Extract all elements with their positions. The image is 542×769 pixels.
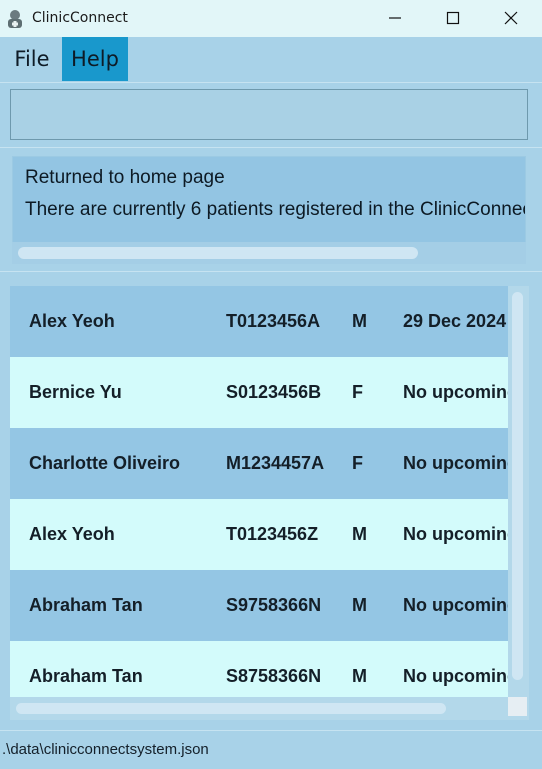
patient-nric: T0123456Z: [226, 524, 319, 544]
patient-appointment: No upcoming appointments: [403, 453, 508, 473]
divider: [0, 82, 542, 83]
patient-row[interactable]: Alex Yeoh T0123456A M 29 Dec 2024: [10, 286, 508, 357]
clinic-app-icon: [6, 9, 24, 29]
patient-name: Abraham Tan: [29, 595, 143, 615]
patient-name: Bernice Yu: [29, 382, 122, 402]
patient-row[interactable]: Abraham Tan S8758366N M No upcoming appo…: [10, 641, 508, 697]
list-horizontal-scrollbar[interactable]: [16, 703, 446, 714]
patient-row[interactable]: Charlotte Oliveiro M1234457A F No upcomi…: [10, 428, 508, 499]
patient-sex: M: [352, 524, 367, 544]
patient-sex: F: [352, 453, 363, 473]
patient-name: Charlotte Oliveiro: [29, 453, 181, 473]
result-horizontal-scrollbar[interactable]: [18, 247, 418, 259]
patient-row[interactable]: Abraham Tan S9758366N M No upcoming appo…: [10, 570, 508, 641]
patient-name: Alex Yeoh: [29, 311, 115, 331]
result-message-line: Returned to home page: [25, 167, 225, 188]
status-bar: .\data\clinicconnectsystem.json: [0, 732, 542, 769]
patient-appointment: 29 Dec 2024: [403, 311, 507, 331]
maximize-icon: [446, 11, 460, 25]
scrollbar-corner: [508, 697, 527, 716]
minimize-button[interactable]: [366, 0, 424, 37]
result-message-line: There are currently 6 patients registere…: [25, 199, 525, 220]
patient-row[interactable]: Alex Yeoh T0123456Z M No upcoming appoin…: [10, 499, 508, 570]
patient-sex: F: [352, 382, 363, 402]
patient-list-rows: Alex Yeoh T0123456A M 29 Dec 2024 Bernic…: [10, 286, 508, 697]
list-vertical-scrollbar[interactable]: [512, 292, 523, 680]
patient-sex: M: [352, 595, 367, 615]
patient-appointment: No upcoming appointments: [403, 595, 508, 615]
result-display: Returned to home page There are currentl…: [12, 156, 526, 264]
menu-bar: File Help: [0, 37, 542, 82]
divider: [0, 147, 542, 148]
minimize-icon: [389, 17, 401, 19]
result-text-area: Returned to home page There are currentl…: [13, 157, 525, 242]
patient-nric: S9758366N: [226, 595, 322, 615]
patient-nric: S0123456B: [226, 382, 322, 402]
patient-nric: M1234457A: [226, 453, 325, 473]
patient-appointment: No upcoming appointments: [403, 524, 508, 544]
patient-name: Abraham Tan: [29, 666, 143, 686]
maximize-button[interactable]: [424, 0, 482, 37]
patient-name: Alex Yeoh: [29, 524, 115, 544]
divider: [0, 271, 542, 272]
window-title: ClinicConnect: [32, 10, 128, 26]
title-bar: ClinicConnect: [0, 0, 542, 37]
divider: [0, 730, 542, 731]
menu-file[interactable]: File: [6, 37, 58, 81]
patient-list: Alex Yeoh T0123456A M 29 Dec 2024 Bernic…: [10, 286, 529, 720]
patient-sex: M: [352, 666, 367, 686]
command-input[interactable]: [11, 90, 527, 139]
close-icon: [504, 11, 518, 25]
patient-appointment: No upcoming appointments: [403, 666, 508, 686]
close-button[interactable]: [482, 0, 540, 37]
menu-help[interactable]: Help: [62, 37, 128, 81]
patient-row[interactable]: Bernice Yu S0123456B F No upcoming appoi…: [10, 357, 508, 428]
command-box[interactable]: [10, 89, 528, 140]
patient-sex: M: [352, 311, 367, 331]
patient-nric: T0123456A: [226, 311, 321, 331]
patient-appointment: No upcoming appointments: [403, 382, 508, 402]
data-file-path: .\data\clinicconnectsystem.json: [2, 741, 209, 758]
patient-nric: S8758366N: [226, 666, 322, 686]
